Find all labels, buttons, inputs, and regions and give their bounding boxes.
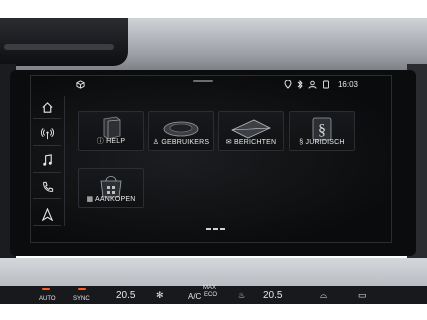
climate-panel: AUTO SYNC 20.5 ✻ A/C MAX ECO ♨ 20.5 ⌓ ▭ bbox=[0, 285, 427, 304]
bottom-margin bbox=[0, 304, 427, 320]
air-vent bbox=[0, 18, 128, 66]
max-label: MAX bbox=[203, 285, 217, 291]
store-icon: ▦ bbox=[86, 196, 94, 203]
phone-icon bbox=[42, 181, 53, 192]
sync-led bbox=[78, 288, 86, 290]
page-dot bbox=[213, 228, 218, 230]
cube-icon[interactable] bbox=[76, 80, 85, 91]
clock: 16:03 bbox=[337, 80, 358, 89]
tile-gebruikers-text: GEBRUIKERS bbox=[161, 139, 210, 146]
home-icon bbox=[41, 101, 53, 113]
vent-slit bbox=[4, 44, 114, 50]
sidebar-item-navigation[interactable] bbox=[33, 203, 61, 226]
user-icon: ♙ bbox=[152, 139, 160, 146]
info-icon: ⓘ bbox=[96, 138, 104, 145]
sidebar-item-phone[interactable] bbox=[33, 176, 61, 200]
sidebar bbox=[33, 96, 62, 226]
auto-led bbox=[42, 288, 50, 290]
status-bar: 16:03 bbox=[72, 78, 388, 92]
sidebar-item-home[interactable] bbox=[33, 96, 61, 119]
tile-aankopen[interactable]: ▦ AANKOPEN bbox=[78, 168, 144, 208]
ac-button[interactable]: A/C bbox=[188, 292, 201, 301]
defrost-icon[interactable]: ⌓ bbox=[320, 290, 327, 301]
rear-defrost-icon[interactable]: ▭ bbox=[358, 290, 367, 301]
envelope-icon: ✉ bbox=[225, 139, 232, 146]
radio-icon bbox=[40, 128, 54, 140]
tile-berichten[interactable]: ✉ BERICHTEN bbox=[218, 111, 284, 151]
tile-juridisch[interactable]: § § JURIDISCH bbox=[289, 111, 355, 151]
tile-help-label: ⓘ HELP bbox=[79, 136, 143, 146]
sidebar-divider bbox=[64, 96, 65, 226]
tile-berichten-label: ✉ BERICHTEN bbox=[219, 138, 283, 146]
status-icons bbox=[284, 79, 330, 91]
tile-gebruikers-label: ♙ GEBRUIKERS bbox=[149, 138, 213, 146]
right-temperature[interactable]: 20.5 bbox=[263, 290, 282, 301]
location-icon bbox=[284, 79, 292, 91]
music-note-icon bbox=[42, 154, 52, 166]
user-icon bbox=[308, 80, 317, 91]
eco-label: ECO bbox=[204, 292, 218, 298]
tile-help[interactable]: ⓘ HELP bbox=[78, 111, 144, 151]
sidebar-item-radio[interactable] bbox=[33, 123, 61, 146]
seat-heat-icon[interactable]: ♨ bbox=[238, 291, 245, 300]
photo-frame: 16:03 ⓘ HELP ♙ GEBRUIKERS ✉ BERICHTEN § … bbox=[0, 0, 427, 320]
tile-juridisch-label: § JURIDISCH bbox=[290, 139, 354, 146]
page-dot bbox=[220, 228, 225, 230]
tile-aankopen-text: AANKOPEN bbox=[95, 196, 136, 203]
infotainment-screen bbox=[30, 75, 392, 243]
tile-juridisch-text: JURIDISCH bbox=[305, 139, 345, 146]
tile-help-text: HELP bbox=[106, 138, 126, 145]
navigation-icon bbox=[41, 207, 53, 221]
svg-text:§: § bbox=[318, 122, 326, 139]
tile-aankopen-label: ▦ AANKOPEN bbox=[79, 195, 143, 203]
fan-icon[interactable]: ✻ bbox=[156, 290, 164, 301]
bluetooth-icon bbox=[297, 79, 303, 91]
sync-button[interactable]: SYNC bbox=[73, 296, 90, 302]
left-temperature[interactable]: 20.5 bbox=[116, 290, 135, 301]
page-dot bbox=[206, 228, 211, 230]
phone-icon bbox=[322, 80, 330, 91]
sidebar-item-media[interactable] bbox=[33, 150, 61, 173]
auto-button[interactable]: AUTO bbox=[39, 296, 56, 302]
tile-berichten-text: BERICHTEN bbox=[233, 139, 277, 146]
paragraph-icon: § bbox=[299, 139, 304, 146]
tile-gebruikers[interactable]: ♙ GEBRUIKERS bbox=[148, 111, 214, 151]
page-indicator bbox=[206, 228, 225, 230]
